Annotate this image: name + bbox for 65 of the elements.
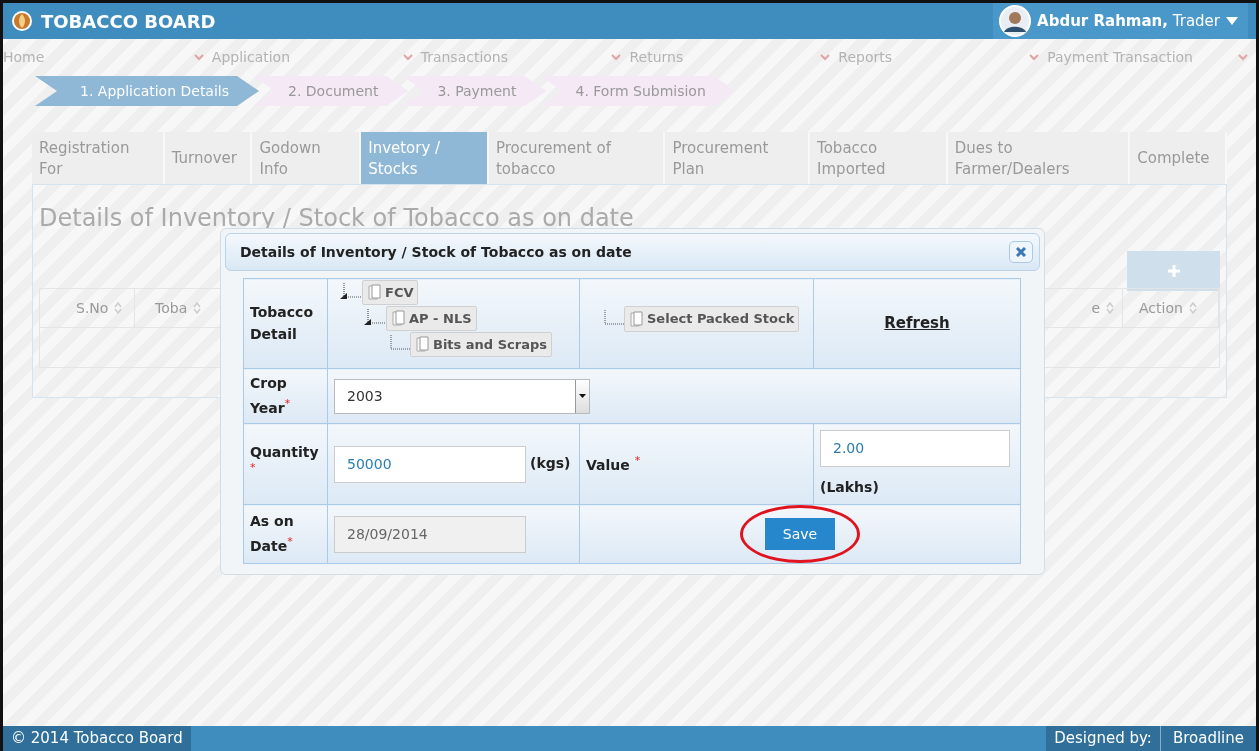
quantity-field[interactable]: 50000 (334, 445, 526, 483)
sort-icon (1106, 302, 1114, 315)
menu-item[interactable]: Payment Transaction (1047, 47, 1256, 68)
crop-year-select[interactable]: 2003 (334, 378, 590, 414)
menu-item[interactable]: Transactions (420, 47, 630, 68)
menu-item[interactable]: Returns (629, 47, 839, 68)
tab[interactable]: Godown Info (252, 132, 362, 184)
tab[interactable]: Complete (1130, 132, 1228, 184)
close-icon (1016, 247, 1026, 257)
tree-node[interactable]: Bits and Scraps (410, 331, 552, 357)
panel-title: Details of Inventory / Stock of Tobacco as on date (39, 205, 635, 232)
column-header[interactable]: e (1091, 297, 1100, 319)
field-label: As on Date$^{*}$ (250, 512, 295, 556)
wizard-step[interactable]: 1. Application Details (35, 76, 260, 106)
menu-item[interactable]: Application (211, 47, 421, 68)
tab[interactable]: Registration For (32, 132, 165, 184)
caret-down-icon (579, 394, 586, 398)
close-button[interactable] (1009, 241, 1033, 263)
chevron-down-icon (1029, 54, 1040, 61)
avatar-icon (999, 5, 1032, 37)
wizard-step[interactable]: 2. Document (253, 76, 409, 106)
chevron-down-icon (193, 54, 204, 61)
book-icon (391, 310, 405, 327)
copyright-text: © 2014 Tobacco Board (3, 726, 191, 751)
sort-icon (1188, 302, 1197, 315)
leaf-logo-icon (11, 10, 33, 32)
tree-node[interactable]: FCV (362, 279, 419, 305)
chevron-down-icon (402, 54, 413, 61)
column-header[interactable]: Toba (155, 297, 188, 319)
modal-title: Details of Inventory / Stock of Tobacco as on date (240, 242, 632, 262)
tab[interactable]: Dues to Farmer/Dealers (947, 132, 1131, 184)
wizard-step[interactable]: 4. Form Submision (540, 76, 736, 106)
tree-node[interactable]: AP - NLS (386, 305, 477, 331)
value-field[interactable]: 2.00 (820, 429, 1010, 467)
tab[interactable]: Procurement Plan (665, 132, 811, 184)
save-button[interactable]: Save (765, 518, 835, 551)
chevron-down-icon (611, 54, 622, 61)
sort-icon (193, 302, 202, 315)
chevron-down-icon (820, 54, 831, 61)
wizard-step[interactable]: 3. Payment (402, 76, 547, 106)
tree-node[interactable]: Select Packed Stock (624, 306, 800, 332)
column-header[interactable]: S.No (76, 297, 109, 319)
tab[interactable]: Invetory / Stocks (361, 132, 489, 184)
tab[interactable]: Tobacco Imported (810, 132, 948, 184)
tab[interactable]: Procurement of tobacco (488, 132, 666, 184)
column-header[interactable]: Action (1139, 297, 1183, 319)
tab[interactable]: Turnover (164, 132, 253, 184)
designer-name: Broadline (1160, 726, 1256, 751)
app-title: TOBACCO BOARD (41, 9, 216, 34)
plus-icon (1166, 264, 1181, 279)
book-icon (367, 284, 381, 301)
unit-label: (kgs) (530, 454, 571, 474)
sort-icon (114, 302, 123, 315)
menu-item[interactable]: Home (3, 47, 212, 68)
book-icon (415, 336, 429, 353)
menu-item[interactable]: Reports (838, 47, 1048, 68)
field-label: Value $^{*}$ (586, 452, 642, 475)
designed-by-label: Designed by: (1046, 726, 1161, 751)
chevron-down-icon (1237, 54, 1248, 61)
caret-down-icon[interactable] (1226, 17, 1238, 25)
book-icon (629, 310, 643, 327)
refresh-link[interactable]: Refresh (884, 314, 950, 333)
field-label: Crop Year$^{*}$ (250, 374, 292, 418)
field-label: Tobacco Detail (250, 302, 314, 344)
unit-label: (Lakhs) (820, 477, 880, 497)
